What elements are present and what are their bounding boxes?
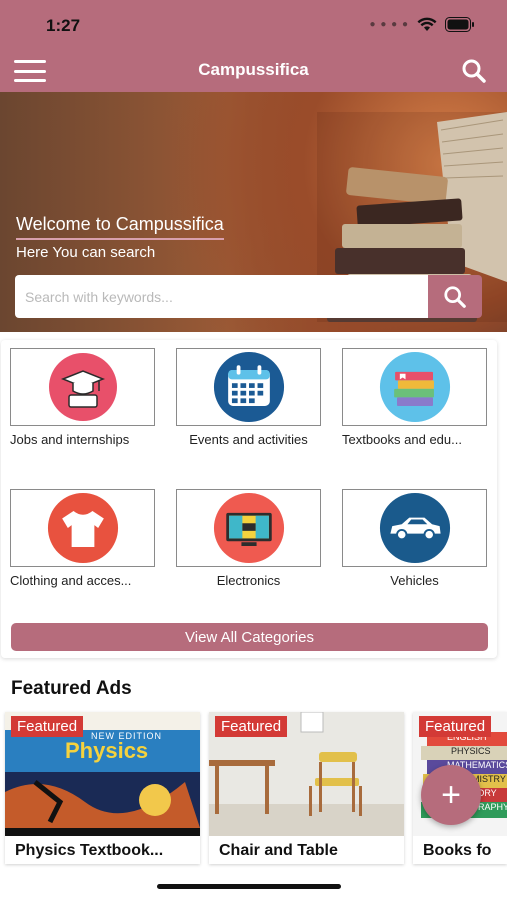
- category-tile: [342, 348, 487, 426]
- category-electronics[interactable]: Electronics: [176, 489, 321, 588]
- hero-banner: Welcome to Campussifica Here You can sea…: [0, 92, 507, 332]
- signal-icon: ● ● ● ●: [369, 19, 409, 30]
- featured-badge: Featured: [11, 716, 84, 737]
- status-time: 1:27: [46, 16, 81, 35]
- category-label: Electronics: [216, 573, 281, 588]
- app-title: Campussifica: [198, 60, 309, 79]
- category-vehicles[interactable]: Vehicles: [342, 489, 487, 588]
- category-label: Clothing and acces...: [10, 573, 132, 588]
- featured-ad-card[interactable]: NEW EDITION Physics Featured Physics Tex…: [5, 712, 200, 864]
- book-cover-title: Physics: [65, 738, 149, 763]
- categories-card: Jobs and internships Events and activiti…: [1, 340, 497, 658]
- featured-badge: Featured: [215, 716, 288, 737]
- category-jobs[interactable]: Jobs and internships: [10, 348, 155, 447]
- add-ad-button[interactable]: +: [421, 765, 481, 825]
- status-icons: ● ● ● ●: [370, 17, 476, 32]
- featured-badge: Featured: [419, 716, 492, 737]
- status-bar: 1:27 ● ● ● ●: [0, 0, 507, 50]
- search-input[interactable]: [15, 275, 428, 318]
- category-clothing[interactable]: Clothing and acces...: [10, 489, 155, 588]
- featured-ad-card[interactable]: Featured Chair and Table: [209, 712, 404, 864]
- books-icon: [379, 351, 451, 423]
- category-label: Jobs and internships: [10, 432, 130, 447]
- featured-ads-heading: Featured Ads: [11, 678, 132, 699]
- graduation-icon: [46, 351, 119, 423]
- category-label: Vehicles: [390, 573, 439, 588]
- category-label: Events and activities: [189, 432, 308, 447]
- ad-title: Books fo: [423, 842, 492, 859]
- ad-title: Physics Textbook...: [15, 842, 164, 859]
- tv-icon: [213, 492, 285, 564]
- ad-title: Chair and Table: [219, 842, 338, 859]
- home-indicator: [157, 884, 341, 889]
- category-events[interactable]: Events and activities: [176, 348, 321, 447]
- battery-icon: [445, 17, 474, 32]
- wifi-icon: [417, 17, 437, 31]
- welcome-subtitle: Here You can search: [16, 244, 156, 261]
- book-spine: PHYSICS: [421, 746, 507, 760]
- app-bar: Campussifica: [0, 50, 507, 92]
- category-tile: [176, 489, 321, 567]
- calendar-icon: [213, 351, 285, 423]
- tshirt-icon: [47, 492, 119, 564]
- category-tile: [342, 489, 487, 567]
- category-tile: [176, 348, 321, 426]
- car-icon: [379, 492, 451, 564]
- search-icon[interactable]: [461, 58, 487, 84]
- category-label: Textbooks and edu...: [342, 432, 462, 447]
- category-textbooks[interactable]: Textbooks and edu...: [342, 348, 487, 447]
- search-icon: [444, 285, 466, 308]
- view-all-categories-button[interactable]: View All Categories: [11, 623, 488, 651]
- category-tile: [10, 489, 155, 567]
- welcome-heading: Welcome to Campussifica: [16, 214, 224, 240]
- search-button[interactable]: [428, 275, 482, 318]
- category-tile: [10, 348, 155, 426]
